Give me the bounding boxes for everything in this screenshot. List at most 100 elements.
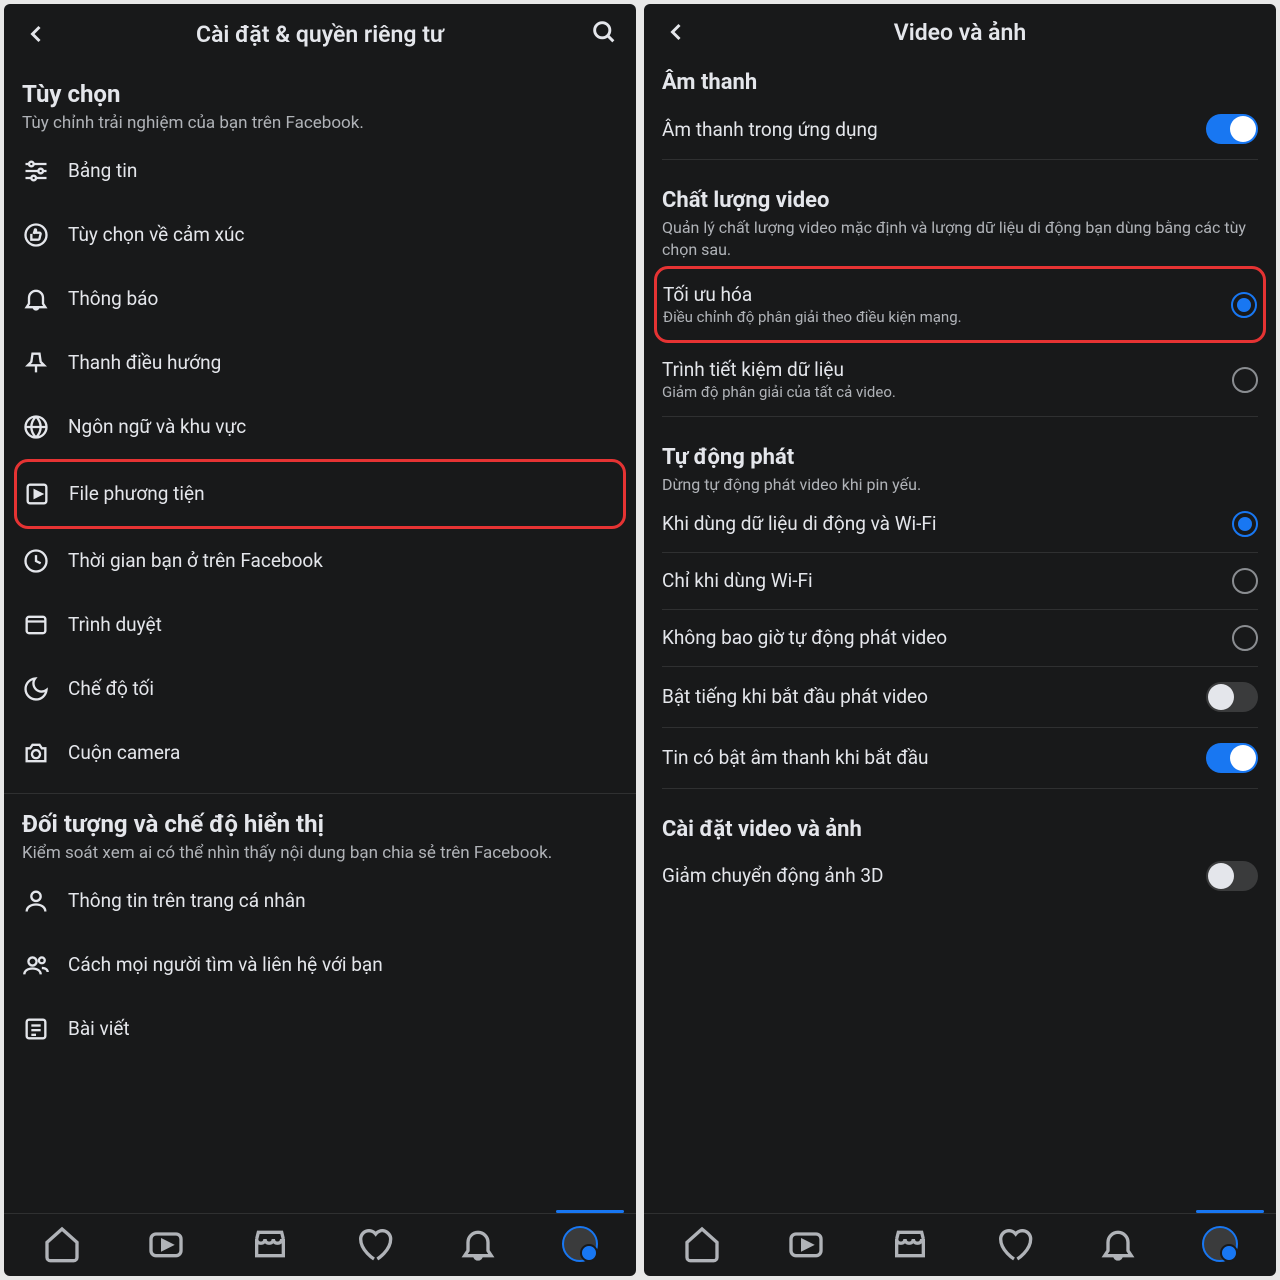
back-button[interactable]	[22, 20, 50, 48]
row-optimize[interactable]: Tối ưu hóa Điều chỉnh độ phân giải theo …	[663, 269, 1257, 340]
menu-item-profile-info[interactable]: Thông tin trên trang cá nhân	[22, 869, 618, 933]
group-subtitle: Quản lý chất lượng video mặc định và lượ…	[662, 217, 1258, 260]
bell-icon	[22, 285, 50, 313]
camera-icon	[22, 739, 50, 767]
content-area: Tùy chọn Tùy chỉnh trải nghiệm của bạn t…	[4, 64, 636, 1210]
bottom-nav	[644, 1213, 1276, 1276]
row-sound-on-video-start[interactable]: Bật tiếng khi bắt đầu phát video	[662, 667, 1258, 728]
radio-autoplay-both[interactable]	[1232, 511, 1258, 537]
menu-item-browser[interactable]: Trình duyệt	[22, 593, 618, 657]
content-area: Âm thanh Âm thanh trong ứng dụng Chất lư…	[644, 60, 1276, 1210]
section-subtitle: Tùy chỉnh trải nghiệm của bạn trên Faceb…	[22, 112, 618, 135]
menu-item-time[interactable]: Thời gian bạn ở trên Facebook	[22, 529, 618, 593]
setting-label: Không bao giờ tự động phát video	[662, 626, 1218, 649]
group-title: Âm thanh	[662, 70, 1258, 95]
row-autoplay-never[interactable]: Không bao giờ tự động phát video	[662, 610, 1258, 667]
audience-section-header: Đối tượng và chế độ hiển thị Kiểm soát x…	[22, 794, 618, 869]
radio-autoplay-wifi[interactable]	[1232, 568, 1258, 594]
row-in-app-sound[interactable]: Âm thanh trong ứng dụng	[662, 99, 1258, 160]
header: Cài đặt & quyền riêng tư	[4, 4, 636, 64]
menu-item-dark-mode[interactable]: Chế độ tối	[22, 657, 618, 721]
video-photo-screen: Video và ảnh Âm thanh Âm thanh trong ứng…	[644, 4, 1276, 1276]
search-button[interactable]	[590, 18, 618, 50]
toggle-sound-video-start[interactable]	[1206, 682, 1258, 712]
row-reduce-3d-motion[interactable]: Giảm chuyển động ảnh 3D	[662, 846, 1258, 906]
section-title: Tùy chọn	[22, 80, 618, 108]
setting-label: Tối ưu hóa	[663, 283, 1217, 306]
nav-marketplace[interactable]	[250, 1224, 290, 1264]
user-icon	[22, 887, 50, 915]
setting-label: Bật tiếng khi bắt đầu phát video	[662, 685, 1192, 708]
nav-dating[interactable]	[994, 1224, 1034, 1264]
menu-label: File phương tiện	[69, 482, 205, 505]
setting-label: Khi dùng dữ liệu di động và Wi-Fi	[662, 512, 1218, 535]
highlight-optimize: Tối ưu hóa Điều chỉnh độ phân giải theo …	[654, 266, 1266, 343]
pin-icon	[22, 349, 50, 377]
header-title: Video và ảnh	[690, 19, 1230, 46]
group-title: Chất lượng video	[662, 188, 1258, 213]
menu-label: Chế độ tối	[68, 677, 154, 700]
autoplay-group-header: Tự động phát Dừng tự động phát video khi…	[662, 417, 1258, 496]
document-icon	[22, 1015, 50, 1043]
menu-item-reactions[interactable]: Tùy chọn về cảm xúc	[22, 203, 618, 267]
row-stories-sound[interactable]: Tin có bật âm thanh khi bắt đầu	[662, 728, 1258, 789]
setting-desc: Điều chỉnh độ phân giải theo điều kiện m…	[663, 308, 1217, 326]
menu-label: Cuộn camera	[68, 741, 180, 764]
bottom-nav	[4, 1213, 636, 1276]
window-icon	[22, 611, 50, 639]
sliders-icon	[22, 157, 50, 185]
row-data-saver[interactable]: Trình tiết kiệm dữ liệu Giảm độ phân giả…	[662, 343, 1258, 417]
setting-label: Âm thanh trong ứng dụng	[662, 118, 1192, 141]
nav-dating[interactable]	[354, 1224, 394, 1264]
radio-optimize[interactable]	[1231, 292, 1257, 318]
menu-label: Trình duyệt	[68, 613, 162, 636]
menu-label: Thông báo	[68, 287, 158, 310]
quality-group-header: Chất lượng video Quản lý chất lượng vide…	[662, 160, 1258, 260]
menu-item-camera-roll[interactable]: Cuộn camera	[22, 721, 618, 785]
group-subtitle: Dừng tự động phát video khi pin yếu.	[662, 474, 1258, 496]
settings-screen: Cài đặt & quyền riêng tư Tùy chọn Tùy ch…	[4, 4, 636, 1276]
menu-label: Bảng tin	[68, 159, 137, 182]
nav-watch[interactable]	[786, 1224, 826, 1264]
menu-item-nav-bar[interactable]: Thanh điều hướng	[22, 331, 618, 395]
menu-label: Bài viết	[68, 1017, 130, 1040]
section-subtitle: Kiểm soát xem ai có thể nhìn thấy nội du…	[22, 842, 618, 865]
radio-autoplay-never[interactable]	[1232, 625, 1258, 651]
nav-home[interactable]	[682, 1224, 722, 1264]
menu-item-language[interactable]: Ngôn ngữ và khu vực	[22, 395, 618, 459]
row-autoplay-wifi[interactable]: Chỉ khi dùng Wi-Fi	[662, 553, 1258, 610]
menu-label: Cách mọi người tìm và liên hệ với bạn	[68, 953, 383, 976]
radio-data-saver[interactable]	[1232, 367, 1258, 393]
toggle-reduce-3d-motion[interactable]	[1206, 861, 1258, 891]
nav-home[interactable]	[42, 1224, 82, 1264]
moon-icon	[22, 675, 50, 703]
thumbs-up-icon	[22, 221, 50, 249]
menu-label: Thời gian bạn ở trên Facebook	[68, 549, 323, 572]
nav-notifications[interactable]	[458, 1224, 498, 1264]
sound-group-header: Âm thanh	[662, 60, 1258, 95]
setting-desc: Giảm độ phân giải của tất cả video.	[662, 383, 1218, 401]
nav-menu-avatar[interactable]	[562, 1226, 598, 1262]
header-title: Cài đặt & quyền riêng tư	[50, 21, 590, 48]
users-icon	[22, 951, 50, 979]
menu-item-media[interactable]: File phương tiện	[23, 462, 617, 526]
menu-label: Ngôn ngữ và khu vực	[68, 415, 246, 438]
menu-item-posts[interactable]: Bài viết	[22, 997, 618, 1047]
setting-label: Trình tiết kiệm dữ liệu	[662, 358, 1218, 381]
nav-menu-avatar[interactable]	[1202, 1226, 1238, 1262]
menu-label: Thanh điều hướng	[68, 351, 221, 374]
back-button[interactable]	[662, 18, 690, 46]
menu-label: Thông tin trên trang cá nhân	[68, 889, 306, 912]
row-autoplay-mobile-wifi[interactable]: Khi dùng dữ liệu di động và Wi-Fi	[662, 496, 1258, 553]
toggle-in-app-sound[interactable]	[1206, 114, 1258, 144]
highlight-media: File phương tiện	[14, 459, 626, 529]
nav-marketplace[interactable]	[890, 1224, 930, 1264]
section-title: Đối tượng và chế độ hiển thị	[22, 810, 618, 838]
menu-item-how-find[interactable]: Cách mọi người tìm và liên hệ với bạn	[22, 933, 618, 997]
nav-notifications[interactable]	[1098, 1224, 1138, 1264]
play-square-icon	[23, 480, 51, 508]
menu-item-news-feed[interactable]: Bảng tin	[22, 139, 618, 203]
toggle-stories-sound[interactable]	[1206, 743, 1258, 773]
menu-item-notifications[interactable]: Thông báo	[22, 267, 618, 331]
nav-watch[interactable]	[146, 1224, 186, 1264]
